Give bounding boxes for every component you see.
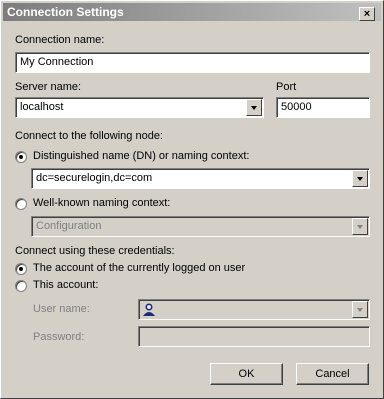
ok-button-label: OK: [238, 368, 255, 380]
wellknown-radio-label[interactable]: Well-known naming context:: [33, 197, 170, 209]
credentials-section-label: Connect using these credentials:: [15, 245, 175, 257]
current-user-radio-label[interactable]: The account of the currently logged on u…: [33, 262, 245, 274]
username-dropdown-button[interactable]: [352, 301, 368, 318]
port-label: Port: [276, 81, 297, 93]
this-account-radio-label[interactable]: This account:: [33, 279, 98, 291]
user-icon: [143, 303, 155, 316]
server-name-dropdown-button[interactable]: [246, 99, 262, 116]
port-input[interactable]: 50000: [276, 97, 370, 118]
wellknown-radio[interactable]: [15, 198, 27, 210]
current-user-radio[interactable]: [15, 263, 27, 275]
dn-radio-label[interactable]: Distinguished name (DN) or naming contex…: [33, 150, 249, 162]
title-bar: Connection Settings ×: [3, 3, 381, 21]
connection-settings-dialog: Connection Settings × Connection name: M…: [0, 0, 384, 399]
connection-name-input[interactable]: My Connection: [15, 52, 370, 73]
ok-button[interactable]: OK: [210, 363, 283, 385]
dn-value: dc=securelogin,dc=com: [36, 172, 153, 184]
node-section-label: Connect to the following node:: [15, 130, 163, 142]
connection-name-value: My Connection: [20, 56, 94, 68]
close-button[interactable]: ×: [359, 7, 375, 21]
this-account-radio[interactable]: [15, 280, 27, 292]
close-icon: ×: [363, 8, 371, 20]
username-combo[interactable]: [138, 299, 370, 320]
wellknown-dropdown-button[interactable]: [352, 218, 368, 235]
password-label: Password:: [33, 331, 85, 343]
connection-name-label: Connection name:: [15, 34, 105, 46]
server-name-label: Server name:: [15, 81, 82, 93]
wellknown-value: Configuration: [36, 220, 102, 232]
server-name-combo[interactable]: localhost: [15, 97, 264, 118]
dn-dropdown-button[interactable]: [352, 170, 368, 187]
dn-radio[interactable]: [15, 151, 27, 163]
password-input[interactable]: [138, 326, 370, 347]
port-value: 50000: [281, 101, 312, 113]
cancel-button[interactable]: Cancel: [296, 363, 369, 385]
dn-combo[interactable]: dc=securelogin,dc=com: [31, 168, 370, 189]
username-label: User name:: [33, 303, 90, 315]
cancel-button-label: Cancel: [315, 368, 350, 380]
wellknown-combo[interactable]: Configuration: [31, 216, 370, 237]
dialog-title: Connection Settings: [7, 5, 124, 19]
server-name-value: localhost: [20, 101, 64, 113]
